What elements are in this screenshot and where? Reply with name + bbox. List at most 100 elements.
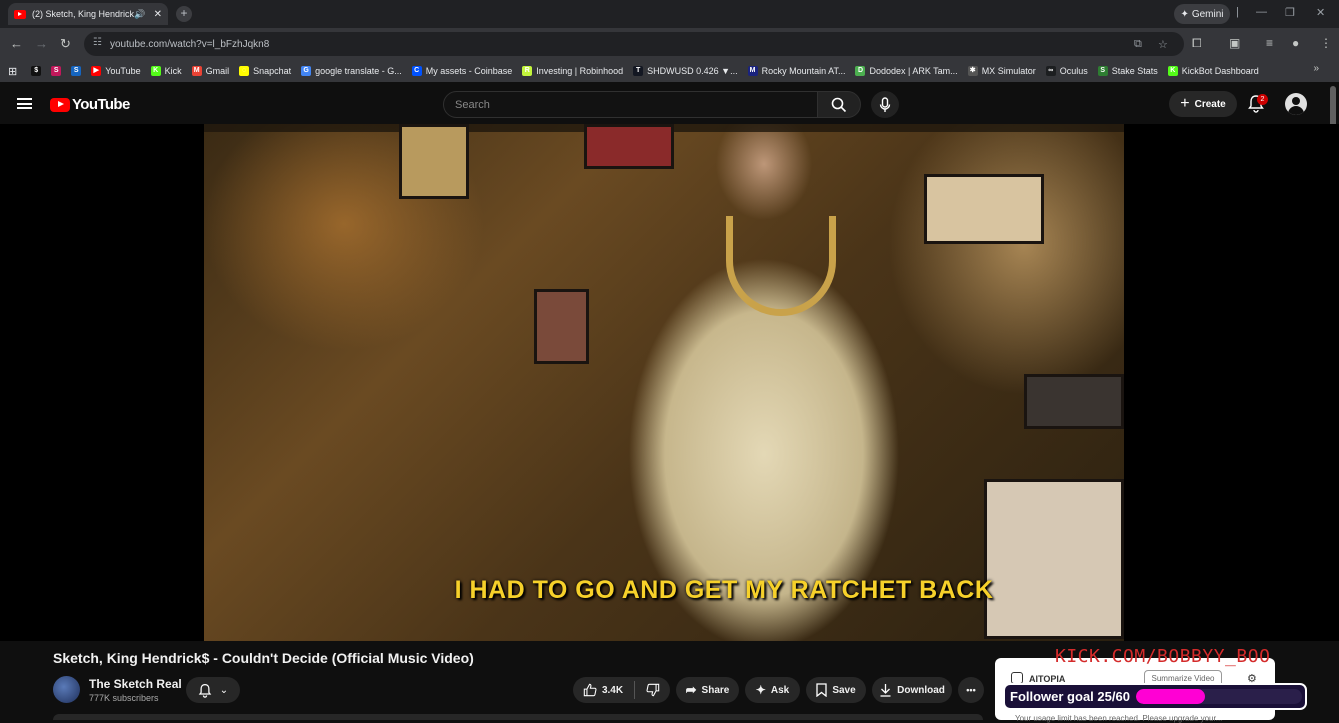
gemini-button[interactable]: ✦ Gemini [1174, 4, 1230, 24]
bookmark-favicon-icon: ◌ [239, 66, 250, 76]
back-icon[interactable]: ← [10, 36, 23, 51]
share-icon: ➦ [685, 682, 697, 697]
restore-icon[interactable]: ❐ [1285, 6, 1295, 19]
subscribed-notifications-button[interactable]: ⌄ [186, 677, 240, 703]
account-avatar[interactable] [1285, 93, 1307, 115]
voice-search-button[interactable] [871, 91, 899, 118]
bookmark-favicon-icon: G [301, 66, 312, 76]
bookmark-item[interactable]: T SHDWUSD 0.426 ▼... [633, 66, 738, 76]
site-info-icon[interactable]: ☷ [93, 37, 102, 48]
download-label: Download [897, 684, 945, 696]
description-box[interactable] [53, 714, 983, 720]
window-close-icon[interactable]: ✕ [1316, 6, 1325, 19]
bookmark-item[interactable]: M Rocky Mountain AT... [747, 66, 846, 76]
thumbs-up-icon [583, 683, 597, 697]
share-label: Share [701, 684, 730, 696]
bookmark-item[interactable]: ✱ MX Simulator [967, 66, 1036, 76]
bookmarks-overflow-button[interactable]: » [1313, 63, 1319, 74]
bookmark-item[interactable]: C My assets - Coinbase [411, 66, 512, 76]
bookmark-label: Investing | Robinhood [536, 66, 624, 76]
divider: | [1236, 6, 1239, 18]
bookmark-label: Gmail [205, 66, 230, 76]
bookmark-item[interactable]: ∞ Oculus [1045, 66, 1088, 76]
new-tab-button[interactable]: + [176, 6, 192, 22]
follower-goal-fill [1135, 689, 1206, 704]
gold-chain [726, 216, 836, 316]
subscriber-count: 777K subscribers [89, 693, 159, 703]
browser-tab-active[interactable]: (2) Sketch, King Hendrick$ 🔊 ✕ [8, 3, 168, 25]
address-bar[interactable]: ☷ youtube.com/watch?v=l_bFzhJqkn8 ⧉ ☆ [84, 32, 1184, 56]
channel-avatar[interactable] [53, 676, 80, 703]
bookmark-item[interactable]: S Stake Stats [1097, 66, 1158, 76]
address-toolbar: ← → ↻ ☷ youtube.com/watch?v=l_bFzhJqkn8 … [0, 28, 1339, 60]
save-button[interactable]: Save [806, 677, 866, 703]
more-actions-button[interactable]: ••• [958, 677, 984, 703]
bookmark-favicon-icon: ✱ [967, 66, 978, 76]
menu-kebab-icon[interactable]: ⋮ [1320, 36, 1332, 50]
bookmark-icon [816, 683, 827, 697]
bookmark-item[interactable]: D Dododex | ARK Tam... [855, 66, 958, 76]
ask-button[interactable]: ✦ Ask [745, 677, 800, 703]
bookmark-label: google translate - G... [315, 66, 402, 76]
search-icon [831, 97, 847, 112]
microphone-icon [879, 96, 891, 112]
tab-close-button[interactable]: ✕ [154, 9, 162, 20]
bookmark-label: Rocky Mountain AT... [761, 66, 846, 76]
save-label: Save [832, 684, 856, 696]
thumbs-down-icon[interactable] [646, 683, 660, 697]
forward-icon[interactable]: → [35, 36, 48, 51]
bookmark-label: MX Simulator [981, 66, 1036, 76]
bookmark-item[interactable]: K KickBot Dashboard [1167, 66, 1259, 76]
ask-label: Ask [770, 684, 790, 696]
bookmark-label: Dododex | ARK Tam... [869, 66, 958, 76]
side-panel-icon[interactable]: ▣ [1229, 36, 1240, 50]
minimize-icon[interactable]: — [1256, 6, 1267, 18]
video-player[interactable]: I HAD TO GO AND GET MY RATCHET BACK [0, 124, 1339, 641]
bookmark-favicon-icon: S [71, 66, 82, 76]
bookmarks-bar: ⊞ $ S S ▶ YouTube K Kick M Gmail ◌ Snapchat Ggoogle… [0, 60, 1339, 82]
bookmark-favicon-icon: K [150, 66, 161, 76]
bookmark-item[interactable]: R Investing | Robinhood [522, 66, 623, 76]
apps-grid-icon[interactable]: ⊞ [8, 65, 17, 78]
search-input[interactable]: Search [443, 91, 818, 118]
follower-goal-label: Follower goal 25/60 [1010, 689, 1130, 704]
install-app-icon[interactable]: ⧉ [1134, 38, 1142, 51]
channel-name[interactable]: The Sketch Real [89, 677, 182, 691]
bookmark-item[interactable]: K Kick [150, 66, 182, 76]
create-button[interactable]: + Create [1169, 91, 1237, 117]
bookmark-item[interactable]: S [71, 66, 82, 76]
bookmark-label: KickBot Dashboard [1181, 66, 1259, 76]
share-button[interactable]: ➦ Share [676, 677, 739, 703]
kick-channel-url: KICK.COM/BOBBYY_BOO [1055, 646, 1271, 667]
bookmark-item[interactable]: ▶ YouTube [91, 66, 141, 76]
bookmark-star-icon[interactable]: ☆ [1158, 38, 1168, 51]
bookmark-item[interactable]: M Gmail [191, 66, 230, 76]
bookmark-label: Kick [164, 66, 182, 76]
bookmark-item[interactable]: S [51, 66, 62, 76]
chevron-down-icon: ⌄ [219, 684, 229, 696]
bookmark-favicon-icon: C [411, 66, 422, 76]
extensions-icon[interactable]: ⧠ [1192, 36, 1202, 51]
sparkle-icon: ✦ [755, 683, 766, 697]
media-controls-icon[interactable]: ≡ [1266, 36, 1273, 50]
youtube-logo[interactable]: YouTube [50, 96, 130, 113]
bookmark-favicon-icon: $ [31, 66, 42, 76]
video-caption: I HAD TO GO AND GET MY RATCHET BACK [454, 576, 994, 604]
gemini-label: Gemini [1191, 8, 1224, 20]
like-button[interactable]: 3.4K [583, 683, 623, 697]
search-button[interactable] [817, 91, 861, 118]
profile-icon[interactable]: ● [1292, 36, 1299, 50]
speaker-icon[interactable]: 🔊 [134, 9, 145, 20]
photo-frame [534, 289, 589, 364]
bookmark-label: Snapchat [253, 66, 292, 76]
menu-icon[interactable] [17, 98, 32, 109]
gold-record-frame [399, 124, 469, 199]
url-text: youtube.com/watch?v=l_bFzhJqkn8 [110, 38, 270, 50]
video-frame[interactable]: I HAD TO GO AND GET MY RATCHET BACK [204, 124, 1124, 641]
reload-icon[interactable]: ↻ [60, 36, 71, 52]
bookmark-item[interactable]: Ggoogle translate - G... [301, 66, 402, 76]
bookmark-item[interactable]: $ [31, 66, 42, 76]
bookmark-label: Oculus [1059, 66, 1088, 76]
bookmark-item[interactable]: ◌ Snapchat [239, 66, 291, 76]
download-button[interactable]: Download [872, 677, 952, 703]
